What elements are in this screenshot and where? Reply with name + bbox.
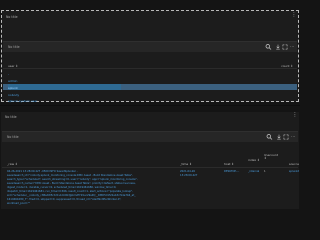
panel-events[interactable]: No title ⋮ No title ⋯ _raw ↕ _time ↕ hos… — [1, 112, 299, 209]
raw-line: 04-26-2021 13:28:09.427 -0500 INFO Saved… — [7, 170, 78, 173]
table-header: user ↕ count ↕ — [3, 61, 297, 69]
search-icon[interactable] — [266, 133, 273, 141]
raw-line: workload_pool="" — [7, 202, 31, 205]
cell-user[interactable]: admin — [8, 79, 17, 83]
cell-time-date: 2021-04-26 — [180, 170, 196, 173]
search-bar: No title ⋯ — [3, 41, 297, 52]
column-header-source[interactable]: source — [289, 162, 299, 166]
raw-line: search_type="scheduled", search_streamin… — [7, 178, 138, 181]
raw-line: savedsearch_id="nobody;splunk_monitoring… — [7, 174, 133, 177]
table-row[interactable]: splunk-system-user — [3, 97, 297, 103]
column-header-index[interactable]: index ↕ — [248, 158, 260, 162]
count-bar-fill — [8, 84, 121, 90]
cell-user[interactable]: nobody — [8, 93, 19, 97]
cell-time-clock: 13:28:09.427 — [180, 174, 198, 177]
download-icon[interactable] — [275, 44, 281, 50]
cell-source[interactable]: splunkd — [289, 170, 299, 173]
cell-user[interactable]: - — [8, 72, 9, 76]
panel-menu-icon[interactable]: ⋮ — [292, 112, 298, 118]
panel-menu-icon[interactable]: ⋮ — [291, 12, 297, 18]
column-header-linecount[interactable]: linecount ↕ — [264, 153, 280, 161]
expand-icon[interactable] — [282, 44, 288, 50]
download-icon[interactable] — [276, 134, 282, 140]
panel-title: No title — [5, 115, 17, 119]
count-bar — [8, 84, 190, 90]
more-icon[interactable]: ⋯ — [290, 134, 296, 140]
raw-line: sid="scheduler__nobody_c3BsdW5rX21vbml0b… — [7, 194, 136, 197]
column-header-count[interactable]: count ↕ — [281, 64, 293, 68]
table-row[interactable]: admin — [3, 77, 297, 83]
table-row[interactable]: splunk — [3, 84, 297, 90]
more-icon[interactable]: ⋯ — [289, 44, 295, 50]
table-row[interactable]: - — [3, 70, 297, 76]
panel-divider — [0, 105, 300, 106]
event-row[interactable]: 04-26-2021 13:28:09.427 -0500 INFO Saved… — [2, 169, 299, 207]
search-title: No title — [7, 135, 19, 139]
raw-line: dispatch_time=1619461681, run_time=0.566… — [7, 190, 134, 193]
cell-host[interactable]: DESKTOP-... — [224, 170, 239, 173]
column-header-user[interactable]: user ↕ — [8, 64, 18, 68]
search-title: No title — [8, 45, 20, 49]
cell-index[interactable]: _internal — [248, 170, 259, 173]
panel-user-count[interactable]: No title ⋮ No title ⋯ user ↕ count ↕ - a… — [1, 10, 299, 103]
dashboard: No title ⋮ No title ⋯ user ↕ count ↕ - a… — [0, 0, 300, 211]
panel-title: No title — [6, 15, 18, 19]
column-header-raw[interactable]: _raw ↕ — [7, 162, 18, 166]
raw-line: digest_mode=1, durable_cursor=0, schedul… — [7, 186, 117, 189]
column-header-time[interactable]: _time ↕ — [180, 162, 192, 166]
search-bar: No title ⋯ — [2, 131, 298, 142]
cell-linecount: 1 — [264, 170, 266, 173]
expand-icon[interactable] — [283, 134, 289, 140]
cell-user[interactable]: splunk-system-user — [8, 99, 37, 103]
search-icon[interactable] — [265, 43, 272, 51]
raw-line: 1619461680_7", fired=0, skipped=0, suppr… — [7, 198, 122, 201]
cell-user[interactable]: splunk — [8, 86, 18, 90]
column-header-host[interactable]: host ↕ — [224, 162, 234, 166]
table-header: _raw ↕ _time ↕ host ↕ index ↕ linecount … — [2, 150, 299, 168]
raw-line: savedsearch_name="DMC Asset - Build Stan… — [7, 182, 136, 185]
